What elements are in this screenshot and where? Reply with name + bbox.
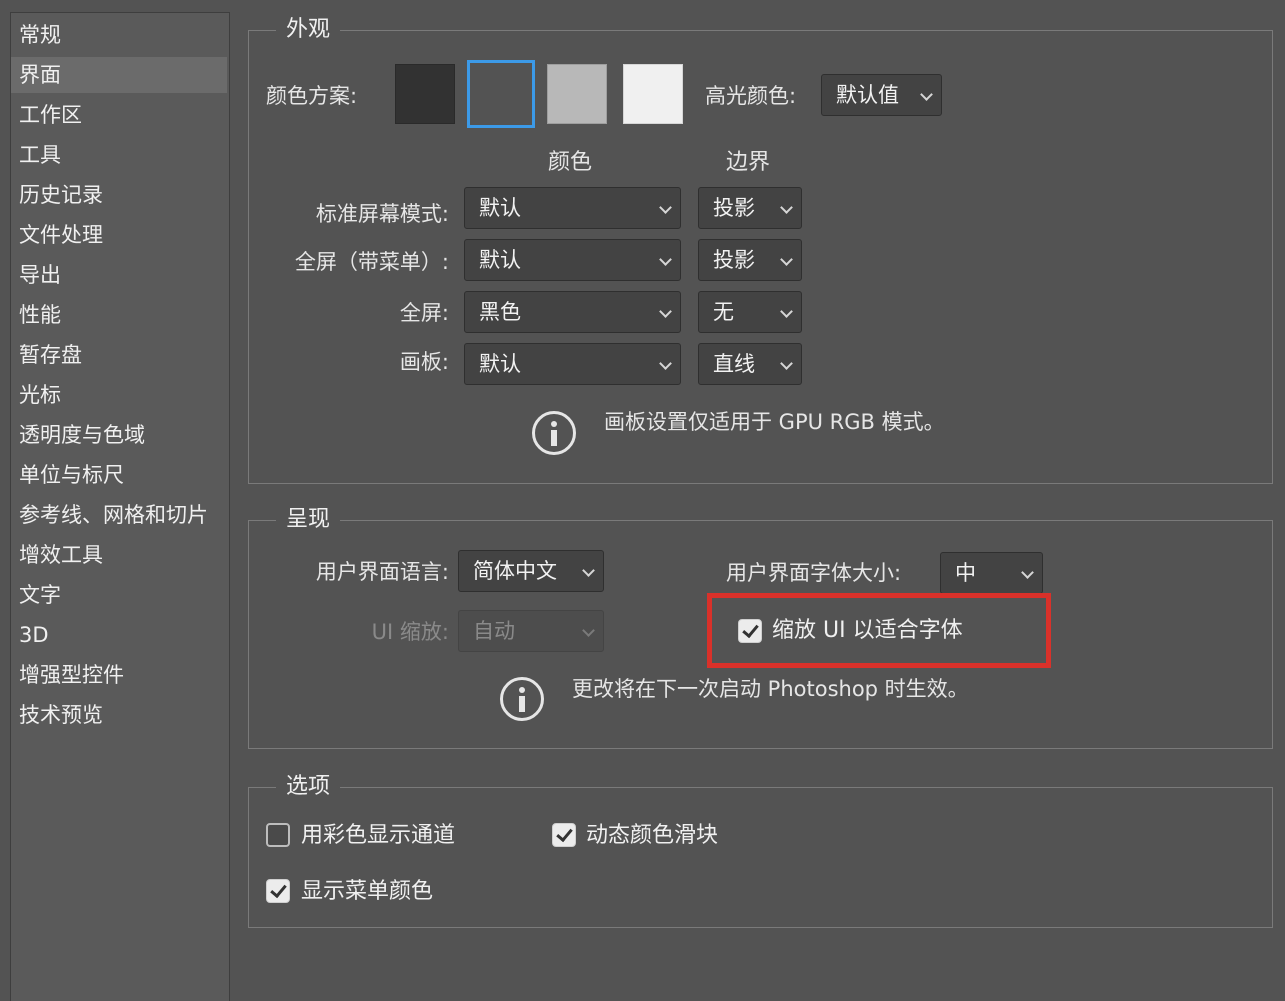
full-screen-color-select[interactable]: 黑色	[464, 291, 681, 333]
checkmark-icon	[270, 880, 287, 899]
chevron-down-icon	[780, 357, 793, 370]
sidebar-item-general[interactable]: 常规	[11, 17, 227, 53]
artboard-border-select[interactable]: 直线	[698, 343, 802, 385]
sidebar-item-guides-grid-slices[interactable]: 参考线、网格和切片	[11, 497, 227, 533]
chevron-down-icon	[582, 624, 595, 637]
highlight-color-select[interactable]: 默认值	[821, 74, 942, 116]
standard-screen-mode-color-value: 默认	[479, 196, 521, 220]
artboard-color-value: 默认	[479, 352, 521, 376]
ui-language-select[interactable]: 简体中文	[458, 550, 604, 592]
show-menu-colors-label: 显示菜单颜色	[301, 879, 434, 904]
info-icon	[500, 677, 544, 721]
appearance-group-title: 外观	[276, 15, 341, 45]
artboard-info-text: 画板设置仅适用于 GPU RGB 模式。	[604, 410, 945, 434]
ui-font-size-label: 用户界面字体大小:	[726, 561, 902, 585]
scale-ui-to-font-checkbox[interactable]	[738, 619, 762, 643]
ui-scaling-label: UI 缩放:	[371, 620, 449, 644]
sidebar-item-export[interactable]: 导出	[11, 257, 227, 293]
options-group-title: 选项	[276, 772, 341, 802]
highlight-color-label: 高光颜色:	[705, 84, 797, 108]
sidebar-item-performance[interactable]: 性能	[11, 297, 227, 333]
checkmark-icon	[742, 620, 759, 639]
sidebar-item-3d[interactable]: 3D	[11, 617, 227, 653]
ui-font-size-select[interactable]: 中	[940, 552, 1043, 594]
info-icon	[532, 411, 576, 455]
full-screen-border-value: 无	[713, 300, 734, 324]
color-scheme-swatch-medium-gray[interactable]	[547, 64, 607, 124]
ui-font-size-value: 中	[955, 561, 976, 585]
full-screen-with-menus-color-value: 默认	[479, 248, 521, 272]
full-screen-border-select[interactable]: 无	[698, 291, 802, 333]
sidebar-item-plugins[interactable]: 增效工具	[11, 537, 227, 573]
chevron-down-icon	[1021, 566, 1034, 579]
checkmark-icon	[556, 824, 573, 843]
full-screen-with-menus-border-value: 投影	[713, 248, 755, 272]
ui-language-label: 用户界面语言:	[315, 560, 449, 584]
full-screen-with-menus-label: 全屏（带菜单）:	[294, 250, 449, 274]
presentation-group-title: 呈现	[276, 505, 341, 535]
chevron-down-icon	[659, 357, 672, 370]
sidebar-item-history[interactable]: 历史记录	[11, 177, 227, 213]
full-screen-color-value: 黑色	[479, 300, 521, 324]
color-scheme-label: 颜色方案:	[266, 84, 358, 108]
sidebar-item-technology-previews[interactable]: 技术预览	[11, 697, 227, 733]
color-channels-label: 用彩色显示通道	[301, 823, 456, 848]
preferences-interface-panel: 常规 界面 工作区 工具 历史记录 文件处理 导出 性能 暂存盘 光标 透明度与…	[0, 0, 1285, 1001]
ui-language-value: 简体中文	[473, 559, 557, 583]
chevron-down-icon	[920, 88, 933, 101]
sidebar-item-tools[interactable]: 工具	[11, 137, 227, 173]
standard-screen-mode-border-value: 投影	[713, 196, 755, 220]
standard-screen-mode-color-select[interactable]: 默认	[464, 187, 681, 229]
restart-info-text: 更改将在下一次启动 Photoshop 时生效。	[572, 677, 969, 701]
artboard-label: 画板:	[399, 350, 449, 374]
show-menu-colors-checkbox[interactable]	[266, 879, 290, 903]
full-screen-with-menus-border-select[interactable]: 投影	[698, 239, 802, 281]
ui-scaling-select: 自动	[458, 610, 604, 652]
full-screen-label: 全屏:	[399, 301, 449, 325]
sidebar-item-type[interactable]: 文字	[11, 577, 227, 613]
chevron-down-icon	[659, 253, 672, 266]
sidebar-item-cursors[interactable]: 光标	[11, 377, 227, 413]
color-scheme-swatch-light-gray[interactable]	[623, 64, 683, 124]
chevron-down-icon	[780, 201, 793, 214]
chevron-down-icon	[659, 201, 672, 214]
color-scheme-swatch-darkest[interactable]	[395, 64, 455, 124]
sidebar-item-workspace[interactable]: 工作区	[11, 97, 227, 133]
artboard-border-value: 直线	[713, 352, 755, 376]
color-scheme-swatch-dark[interactable]	[467, 60, 535, 128]
ui-scaling-value: 自动	[473, 619, 515, 643]
dynamic-color-sliders-label: 动态颜色滑块	[586, 823, 719, 848]
sidebar-item-interface[interactable]: 界面	[11, 57, 227, 93]
chevron-down-icon	[582, 564, 595, 577]
artboard-color-select[interactable]: 默认	[464, 343, 681, 385]
chevron-down-icon	[780, 305, 793, 318]
full-screen-with-menus-color-select[interactable]: 默认	[464, 239, 681, 281]
dynamic-color-sliders-checkbox[interactable]	[552, 823, 576, 847]
sidebar-item-enhanced-controls[interactable]: 增强型控件	[11, 657, 227, 693]
chevron-down-icon	[659, 305, 672, 318]
preferences-sidebar: 常规 界面 工作区 工具 历史记录 文件处理 导出 性能 暂存盘 光标 透明度与…	[10, 12, 230, 1001]
sidebar-item-transparency-gamut[interactable]: 透明度与色域	[11, 417, 227, 453]
scale-ui-to-font-label: 缩放 UI 以适合字体	[772, 618, 963, 643]
sidebar-item-units-rulers[interactable]: 单位与标尺	[11, 457, 227, 493]
column-header-color: 颜色	[548, 150, 593, 175]
color-channels-checkbox[interactable]	[266, 823, 290, 847]
chevron-down-icon	[780, 253, 793, 266]
highlight-color-value: 默认值	[836, 83, 899, 107]
standard-screen-mode-label: 标准屏幕模式:	[315, 202, 449, 226]
sidebar-item-scratch-disks[interactable]: 暂存盘	[11, 337, 227, 373]
sidebar-item-file-handling[interactable]: 文件处理	[11, 217, 227, 253]
column-header-border: 边界	[726, 150, 771, 175]
standard-screen-mode-border-select[interactable]: 投影	[698, 187, 802, 229]
